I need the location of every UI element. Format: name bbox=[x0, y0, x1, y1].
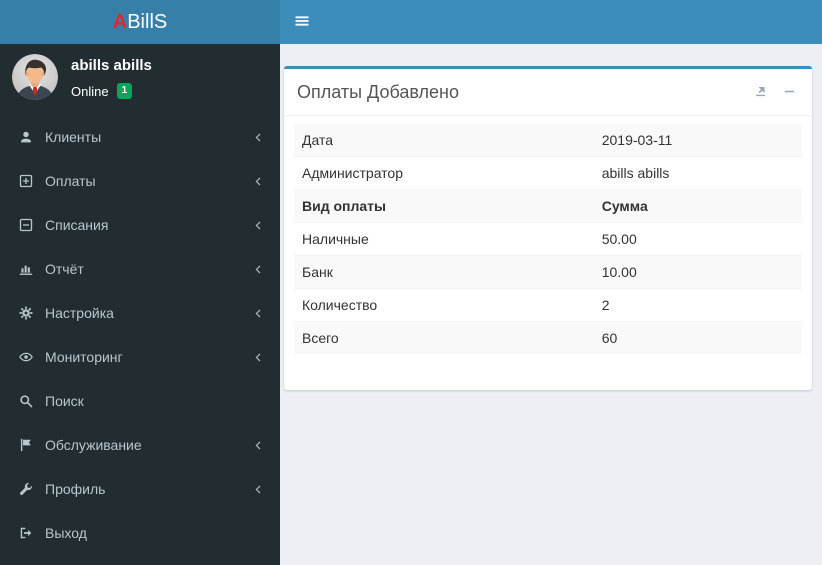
sign-out-icon bbox=[16, 526, 35, 540]
panel-body: Дата 2019-03-11 Администратор abills abi… bbox=[284, 116, 812, 364]
chevron-left-icon bbox=[253, 484, 264, 495]
table-row: Количество 2 bbox=[294, 288, 802, 322]
sidebar-item-profile[interactable]: Профиль bbox=[0, 467, 280, 511]
panel-tools bbox=[752, 83, 798, 103]
table-row: Вид оплаты Сумма bbox=[294, 189, 802, 223]
table-row: Наличные 50.00 bbox=[294, 222, 802, 256]
table-row: Дата 2019-03-11 bbox=[294, 124, 802, 157]
brand-logo[interactable]: A BillS bbox=[0, 0, 280, 44]
online-label: Online bbox=[71, 83, 109, 99]
chevron-left-icon bbox=[253, 176, 264, 187]
online-count-badge: 1 bbox=[116, 83, 133, 99]
minus-square-icon bbox=[16, 218, 35, 232]
user-panel: abills abills Online 1 bbox=[0, 44, 280, 112]
user-icon bbox=[16, 130, 35, 144]
panel-header: Оплаты Добавлено bbox=[284, 69, 812, 116]
export-icon bbox=[754, 85, 767, 101]
collapse-button[interactable] bbox=[781, 83, 798, 103]
user-name: abills abills bbox=[71, 57, 152, 74]
payments-added-panel: Оплаты Добавлено Дата 2019-03-11 Админис… bbox=[284, 66, 812, 390]
gear-icon bbox=[16, 306, 35, 320]
table-row: Администратор abills abills bbox=[294, 156, 802, 190]
sidebar-item-fees[interactable]: Списания bbox=[0, 203, 280, 247]
sidebar-item-search[interactable]: Поиск bbox=[0, 379, 280, 423]
brand-rest: BillS bbox=[127, 10, 168, 33]
table-row: Банк 10.00 bbox=[294, 255, 802, 289]
export-button[interactable] bbox=[752, 83, 769, 103]
main-area: Оплаты Добавлено Дата 2019-03-11 Админис… bbox=[280, 0, 822, 565]
sidebar-item-settings[interactable]: Настройка bbox=[0, 291, 280, 335]
chevron-left-icon bbox=[253, 308, 264, 319]
content-area: Оплаты Добавлено Дата 2019-03-11 Админис… bbox=[280, 44, 822, 565]
hamburger-icon bbox=[294, 13, 310, 32]
table-row: Всего 60 bbox=[294, 321, 802, 354]
user-status: Online 1 bbox=[71, 83, 152, 99]
sidebar-item-payments[interactable]: Оплаты bbox=[0, 159, 280, 203]
sidebar-item-clients[interactable]: Клиенты bbox=[0, 115, 280, 159]
chevron-left-icon bbox=[253, 352, 264, 363]
chevron-left-icon bbox=[253, 440, 264, 451]
sidebar-item-logout[interactable]: Выход bbox=[0, 511, 280, 555]
summary-table: Дата 2019-03-11 Администратор abills abi… bbox=[294, 124, 802, 354]
chevron-left-icon bbox=[253, 264, 264, 275]
brand-prefix: A bbox=[112, 10, 128, 33]
eye-icon bbox=[16, 350, 35, 364]
top-navbar bbox=[280, 0, 822, 44]
flag-icon bbox=[16, 438, 35, 452]
collapse-minus-icon bbox=[783, 85, 796, 101]
chevron-left-icon bbox=[253, 220, 264, 231]
sidebar-item-report[interactable]: Отчёт bbox=[0, 247, 280, 291]
plus-square-icon bbox=[16, 174, 35, 188]
app-window: A BillS abills abills Online 1 Клиенты О… bbox=[0, 0, 822, 565]
avatar bbox=[12, 54, 58, 100]
sidebar-item-maintenance[interactable]: Обслуживание bbox=[0, 423, 280, 467]
sidebar-menu: Клиенты Оплаты Списания Отчёт Настройка … bbox=[0, 115, 280, 555]
chevron-left-icon bbox=[253, 132, 264, 143]
sidebar: A BillS abills abills Online 1 Клиенты О… bbox=[0, 0, 280, 565]
bar-chart-icon bbox=[16, 262, 35, 276]
wrench-icon bbox=[16, 482, 35, 496]
sidebar-item-monitoring[interactable]: Мониторинг bbox=[0, 335, 280, 379]
panel-title: Оплаты Добавлено bbox=[297, 82, 459, 102]
search-icon bbox=[16, 394, 35, 408]
sidebar-toggle-button[interactable] bbox=[280, 7, 324, 38]
user-info: abills abills Online 1 bbox=[71, 54, 152, 99]
